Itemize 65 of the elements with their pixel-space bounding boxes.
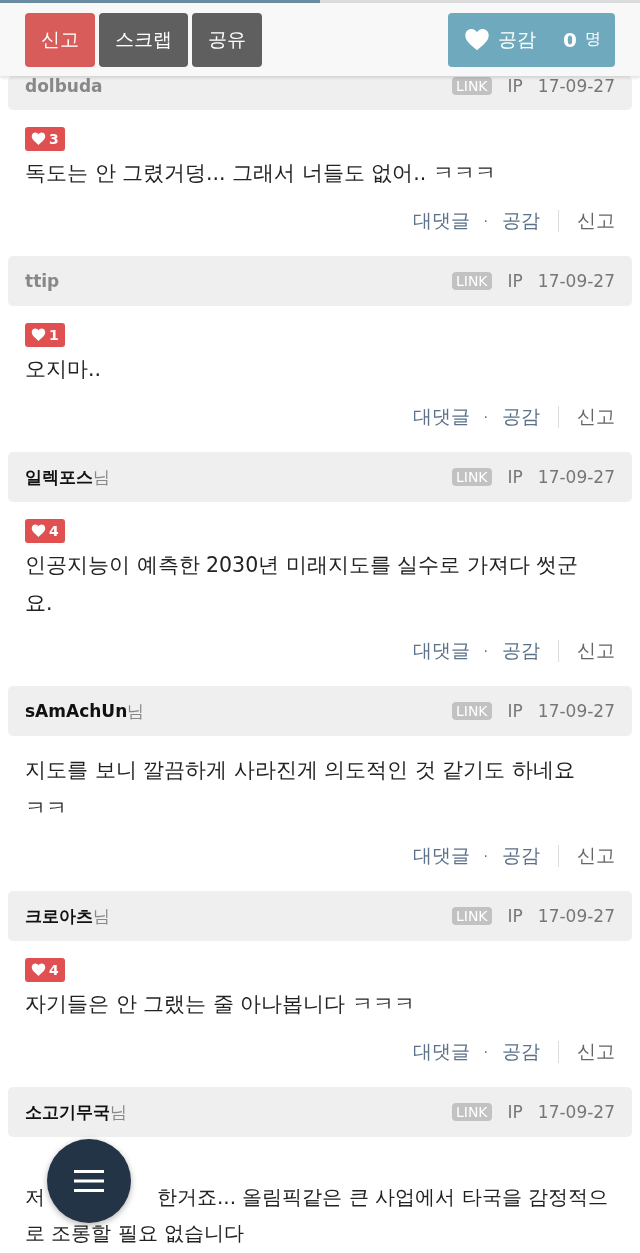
toolbar-button[interactable]: 스크랩 (99, 12, 188, 67)
like-link[interactable]: 공감 (502, 208, 540, 234)
reply-link[interactable]: 대댓글 (412, 1039, 470, 1065)
like-count-badge: 1 (25, 323, 65, 347)
like-link[interactable]: 공감 (502, 843, 540, 869)
comment-text: 인공지능이 예측한 2030년 미래지도를 실수로 가져다 썻군요. (25, 552, 580, 617)
separator-dot: · (483, 1044, 488, 1060)
heart-icon (464, 27, 490, 52)
report-link[interactable]: 신고 (577, 208, 615, 234)
comment-text: 자기들은 안 그랬는 줄 아나봅니다 ㅋㅋㅋ (25, 991, 416, 1018)
ip-label: IP (507, 906, 523, 926)
ip-label: IP (507, 701, 523, 721)
username: dolbuda (25, 76, 103, 96)
report-link[interactable]: 신고 (577, 638, 615, 664)
menu-icon (74, 1170, 104, 1192)
heart-icon (31, 132, 46, 146)
username: 일렉포스 (25, 465, 93, 489)
report-link[interactable]: 신고 (577, 1039, 615, 1065)
ip-label: IP (507, 271, 523, 291)
comment-date: 17-09-27 (537, 906, 615, 926)
username: sAmAchUn (25, 701, 128, 721)
heart-icon (31, 963, 46, 977)
comment-date: 17-09-27 (537, 1102, 615, 1122)
heart-icon (31, 524, 46, 538)
honorific: 님 (110, 1100, 127, 1124)
like-link[interactable]: 공감 (502, 1039, 540, 1065)
username: 소고기무국 (25, 1100, 110, 1124)
separator-dot: · (483, 643, 488, 659)
reply-link[interactable]: 대댓글 (412, 208, 470, 234)
heart-icon (31, 328, 46, 342)
comment-date: 17-09-27 (537, 467, 615, 487)
separator-dot: · (483, 213, 488, 229)
report-link[interactable]: 신고 (577, 843, 615, 869)
like-link[interactable]: 공감 (502, 638, 540, 664)
like-link[interactable]: 공감 (502, 404, 540, 430)
reply-link[interactable]: 대댓글 (412, 843, 470, 869)
separator-dot: · (483, 409, 488, 425)
like-count-badge: 3 (25, 127, 65, 151)
comment-text: 한거죠... 올림픽같은 큰 사업에서 타국을 감정적으 (157, 1184, 608, 1211)
username: ttip (25, 271, 60, 291)
honorific: 님 (93, 904, 110, 928)
comment-text: 로 조롱할 필요 없습니다 (25, 1220, 246, 1247)
like-count-badge: 4 (25, 519, 65, 543)
comment-text: 지도를 보니 깔끔하게 사라진게 의도적인 것 같기도 하네요 ㅋㅋ (25, 757, 576, 822)
ip-label: IP (507, 1102, 523, 1122)
like-count-badge: 4 (25, 958, 65, 982)
reply-link[interactable]: 대댓글 (412, 404, 470, 430)
honorific: 님 (127, 699, 145, 723)
comment-text: 저 (25, 1184, 45, 1211)
comment-date: 17-09-27 (537, 76, 615, 96)
toolbar-button[interactable]: 공유 (192, 12, 262, 67)
menu-button[interactable] (47, 1139, 131, 1223)
comment-date: 17-09-27 (537, 701, 615, 721)
report-link[interactable]: 신고 (577, 404, 615, 430)
ip-label: IP (507, 467, 523, 487)
separator-dot: · (483, 848, 488, 864)
username: 크로아츠 (25, 904, 93, 928)
like-button[interactable]: 공감 0 명 (448, 12, 615, 67)
reply-link[interactable]: 대댓글 (412, 638, 470, 664)
comment-text: 독도는 안 그렸거덩... 그래서 너들도 없어.. ㅋㅋㅋ (25, 160, 497, 187)
ip-label: IP (507, 76, 523, 96)
comment-text: 오지마.. (25, 356, 103, 383)
comment-date: 17-09-27 (537, 271, 615, 291)
report-button[interactable]: 신고 (25, 12, 95, 67)
honorific: 님 (93, 465, 110, 489)
